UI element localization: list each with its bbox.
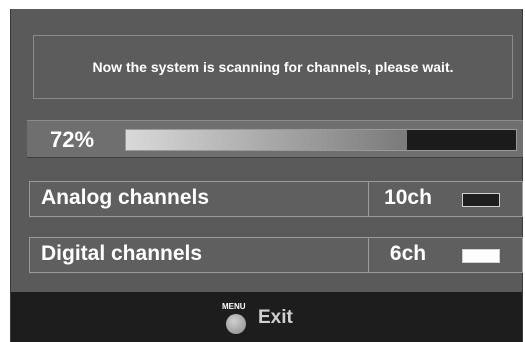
scan-message-text: Now the system is scanning for channels,… [92, 59, 454, 75]
menu-exit-button[interactable]: MENU [222, 302, 252, 338]
exit-label: Exit [258, 307, 293, 328]
menu-button-icon[interactable] [226, 314, 246, 334]
footer-bar: MENU Exit [11, 292, 522, 342]
digital-channels-label: Digital channels [41, 242, 203, 265]
menu-key-label: MENU [222, 302, 246, 311]
analog-color-indicator [462, 193, 500, 207]
analog-channels-row: Analog channels 10ch [29, 181, 523, 217]
row-divider [368, 182, 369, 216]
scan-progress-row: 72% [27, 120, 523, 158]
progress-bar [125, 129, 517, 151]
progress-bar-fill [126, 130, 407, 150]
scan-status-message: Now the system is scanning for channels,… [33, 35, 513, 99]
progress-percent: 72% [50, 127, 95, 152]
analog-channels-count: 10ch [384, 186, 432, 209]
digital-color-indicator [462, 249, 500, 263]
channel-scan-screen: Now the system is scanning for channels,… [10, 9, 523, 342]
digital-channels-row: Digital channels 6ch [29, 237, 523, 273]
digital-channels-count: 6ch [389, 242, 427, 265]
row-divider [368, 238, 369, 272]
analog-channels-label: Analog channels [41, 186, 210, 209]
